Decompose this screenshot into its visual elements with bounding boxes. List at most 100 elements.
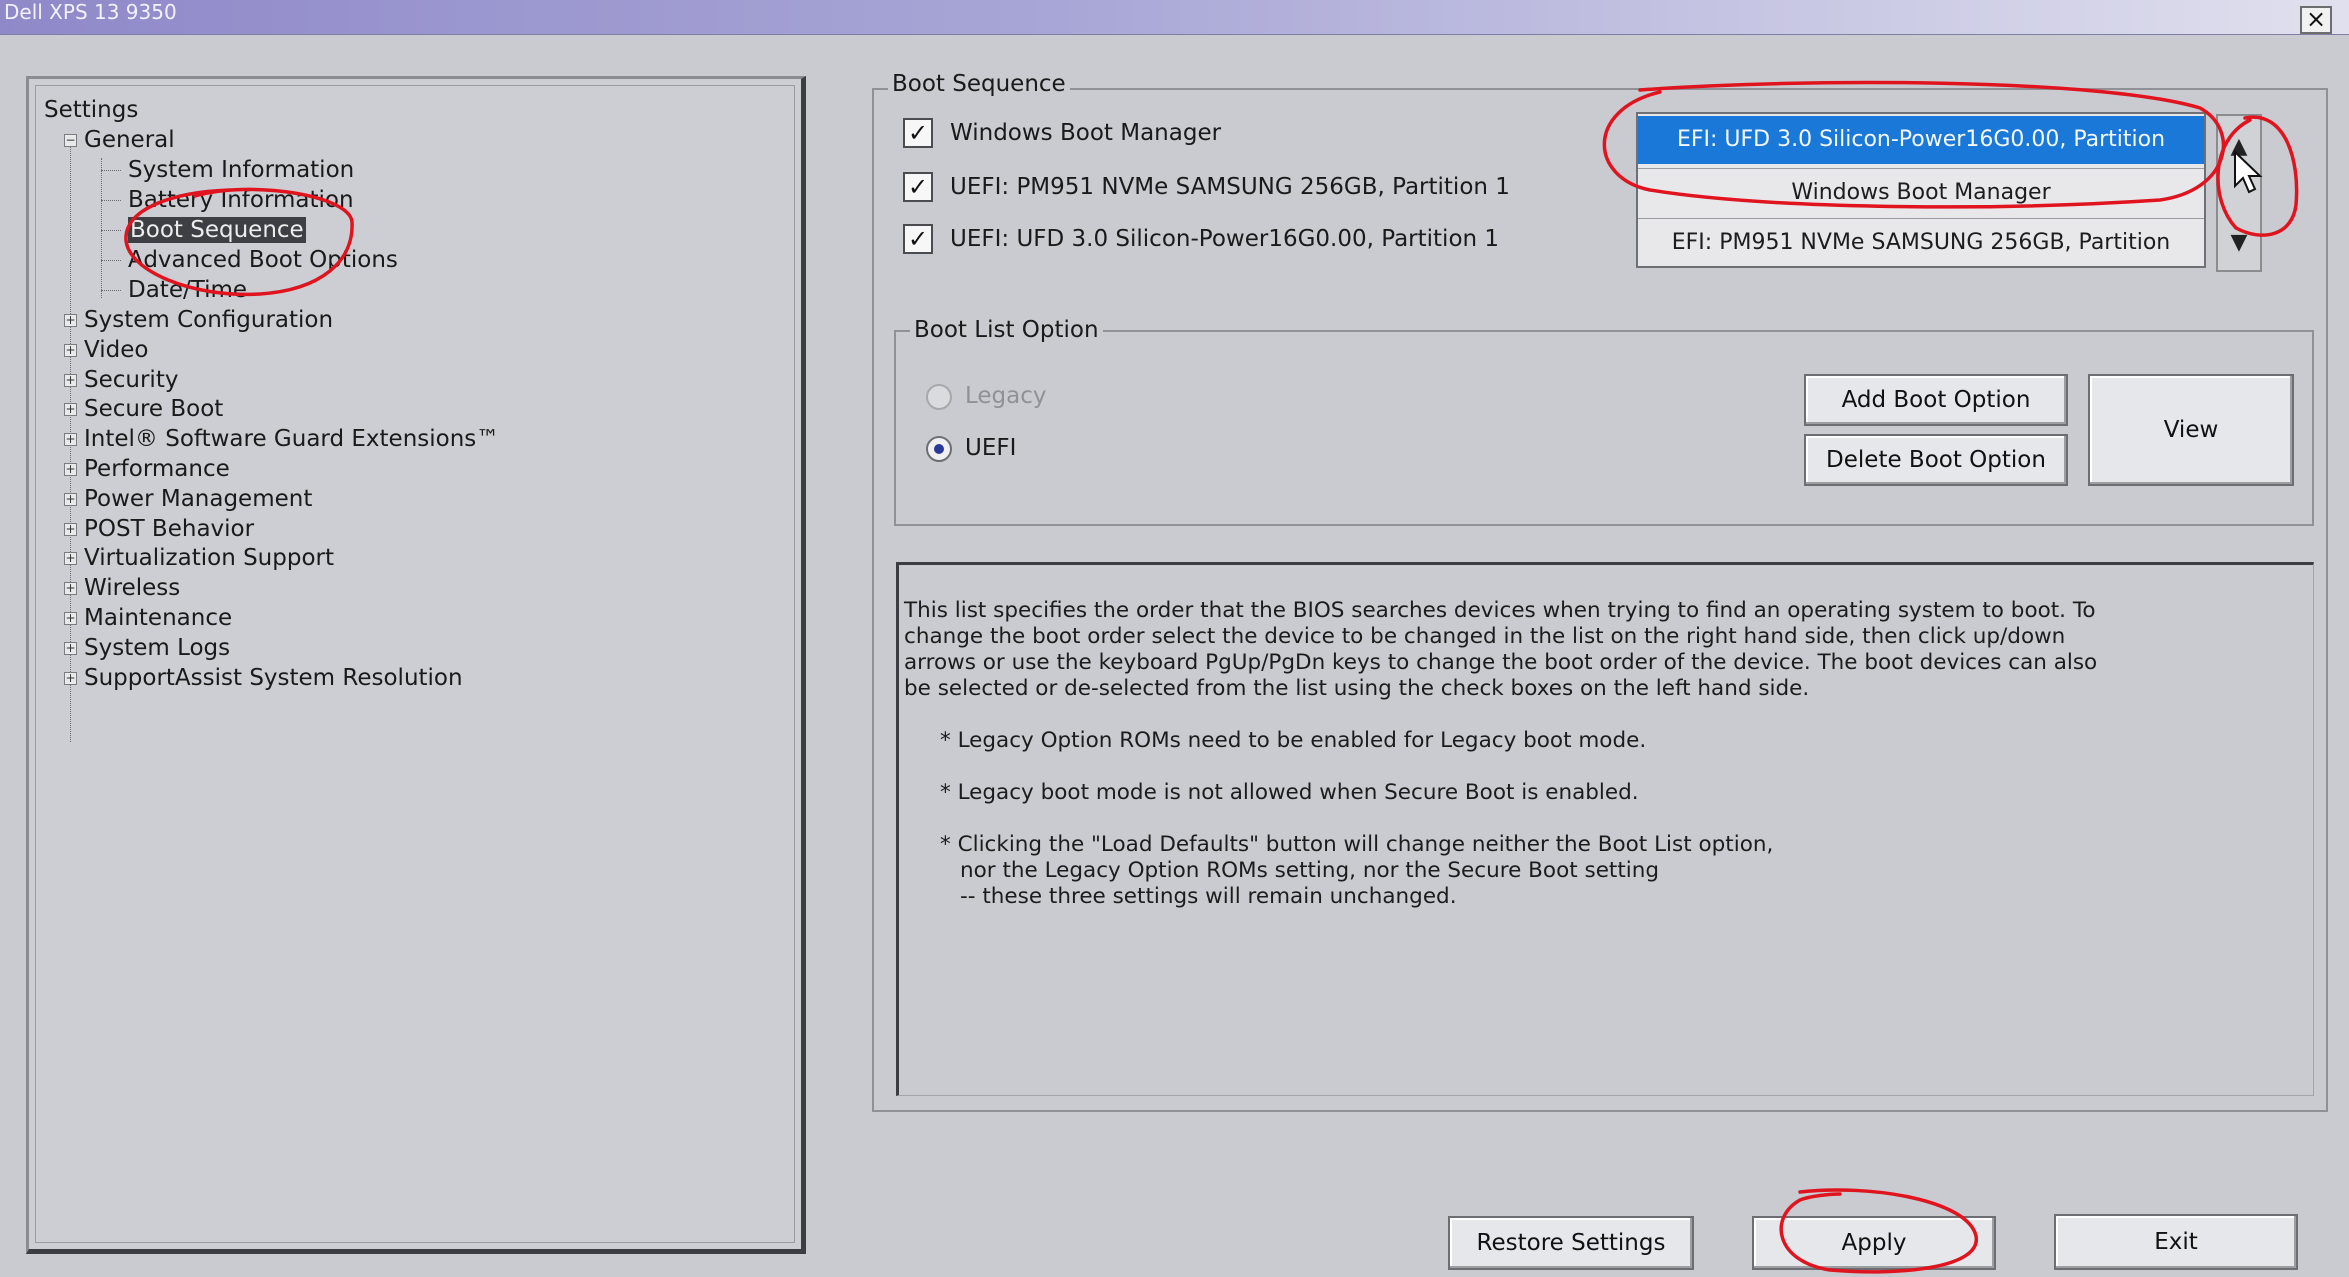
tree-section-item[interactable]: Performance [84,455,230,483]
tree-item-label: Secure Boot [84,396,224,422]
expand-icon[interactable]: + [64,374,77,387]
description-note: * Legacy boot mode is not allowed when S… [940,780,1639,805]
tree-line [101,230,121,231]
tree-section-item[interactable]: Wireless [84,574,180,602]
close-icon: × [2305,5,2327,33]
expand-icon[interactable]: + [64,582,77,595]
tree-item-label: Battery Information [128,187,354,213]
boot-device-checkbox[interactable]: ✓ [903,118,933,148]
tree-item-label: System Information [128,157,355,183]
add-boot-option-button[interactable]: Add Boot Option [1804,374,2068,426]
tree-section-item[interactable]: Intel® Software Guard Extensions™ [84,425,499,453]
tree-item-label: Performance [84,456,230,482]
tree-item-label: POST Behavior [84,516,255,542]
tree-item-label: Security [84,367,179,393]
description-note: * Clicking the "Load Defaults" button wi… [940,832,1774,857]
tree-root-settings[interactable]: Settings [44,96,138,124]
description-line: This list specifies the order that the B… [904,598,2096,623]
boot-device-label: Windows Boot Manager [950,120,1222,146]
boot-device-checkbox[interactable]: ✓ [903,224,933,254]
boot-order-item[interactable]: EFI: PM951 NVMe SAMSUNG 256GB, Partition [1638,218,2204,266]
boot-device-checkbox[interactable]: ✓ [903,172,933,202]
tree-item-label: System Configuration [84,307,334,333]
description-note: * Legacy Option ROMs need to be enabled … [940,728,1647,753]
settings-tree-panel: Settings − General System Information Ba… [26,76,806,1254]
tree-item-advanced-boot-options[interactable]: Advanced Boot Options [128,246,398,274]
tree-item-label: Advanced Boot Options [128,247,398,273]
tree-item-label: Video [84,337,149,363]
tree-section-item[interactable]: SupportAssist System Resolution [84,664,463,692]
boot-order-scrollbar[interactable]: ▲ ▼ [2216,114,2262,272]
expand-icon[interactable]: + [64,463,77,476]
tree-item-label: SupportAssist System Resolution [84,665,463,691]
expand-icon[interactable]: + [64,672,77,685]
tree-item-general[interactable]: General [84,126,175,154]
tree-section-item[interactable]: Video [84,336,148,364]
expand-icon[interactable]: + [64,344,77,357]
tree-item-date-time[interactable]: Date/Time [128,276,247,304]
tree-item-boot-sequence[interactable]: Boot Sequence [128,216,306,244]
uefi-radio-label: UEFI [965,435,1017,461]
tree-section-item[interactable]: Virtualization Support [84,544,334,572]
boot-device-label: UEFI: UFD 3.0 Silicon-Power16G0.00, Part… [950,226,1500,252]
tree-line [101,158,102,298]
expand-icon[interactable]: + [64,433,77,446]
tree-line [101,200,121,201]
tree-root-label: Settings [44,97,139,123]
tree-section-item[interactable]: Security [84,366,178,394]
boot-device-label: UEFI: PM951 NVMe SAMSUNG 256GB, Partitio… [950,174,1510,200]
tree-item-label: System Logs [84,635,231,661]
description-note: -- these three settings will remain unch… [960,884,1457,909]
tree-item-label: General [84,127,175,153]
tree-item-label: Wireless [84,575,181,601]
tree-item-system-information[interactable]: System Information [128,156,354,184]
legacy-radio [926,384,952,410]
tree-item-label: Power Management [84,486,313,512]
close-button[interactable]: × [2300,6,2332,34]
tree-section-item[interactable]: POST Behavior [84,515,254,543]
uefi-radio[interactable] [926,436,952,462]
apply-button[interactable]: Apply [1752,1216,1996,1270]
window-title: Dell XPS 13 9350 [4,0,177,24]
tree-item-label: Maintenance [84,605,233,631]
exit-button[interactable]: Exit [2054,1214,2298,1270]
description-note: nor the Legacy Option ROMs setting, nor … [960,858,1660,883]
description-line: change the boot order select the device … [904,624,2066,649]
tree-section-item[interactable]: System Configuration [84,306,333,334]
expand-icon[interactable]: + [64,612,77,625]
expand-icon[interactable]: + [64,642,77,655]
tree-item-label: Boot Sequence [128,217,306,243]
legacy-radio-label: Legacy [965,383,1047,409]
collapse-icon[interactable]: − [64,134,77,147]
tree-section-item[interactable]: Power Management [84,485,312,513]
boot-order-item[interactable]: Windows Boot Manager [1638,168,2204,217]
tree-item-label: Intel® Software Guard Extensions™ [84,426,500,452]
expand-icon[interactable]: + [64,403,77,416]
tree-line [101,170,121,171]
boot-list-option-title: Boot List Option [910,316,1103,344]
move-down-arrow-icon[interactable]: ▼ [2218,220,2260,266]
tree-section-item[interactable]: System Logs [84,634,230,662]
tree-item-label: Virtualization Support [84,545,335,571]
description-line: arrows or use the keyboard PgUp/PgDn key… [904,650,2098,675]
delete-boot-option-button[interactable]: Delete Boot Option [1804,434,2068,486]
tree-line [101,260,121,261]
expand-icon[interactable]: + [64,552,77,565]
view-button[interactable]: View [2088,374,2294,486]
restore-settings-button[interactable]: Restore Settings [1448,1216,1694,1270]
tree-section-item[interactable]: Secure Boot [84,395,223,423]
expand-icon[interactable]: + [64,493,77,506]
move-up-arrow-icon[interactable]: ▲ [2218,124,2260,170]
tree-line [101,290,121,291]
tree-item-label: Date/Time [128,277,248,303]
window-titlebar: Dell XPS 13 9350 × [0,0,2349,35]
boot-sequence-title: Boot Sequence [888,70,1070,98]
settings-tree: Settings − General System Information Ba… [35,85,795,1243]
boot-order-item[interactable]: EFI: UFD 3.0 Silicon-Power16G0.00, Parti… [1638,116,2204,164]
expand-icon[interactable]: + [64,314,77,327]
expand-icon[interactable]: + [64,523,77,536]
description-line: be selected or de-selected from the list… [904,676,1810,701]
boot-order-list[interactable]: EFI: UFD 3.0 Silicon-Power16G0.00, Parti… [1636,112,2206,268]
tree-item-battery-information[interactable]: Battery Information [128,186,354,214]
tree-section-item[interactable]: Maintenance [84,604,232,632]
